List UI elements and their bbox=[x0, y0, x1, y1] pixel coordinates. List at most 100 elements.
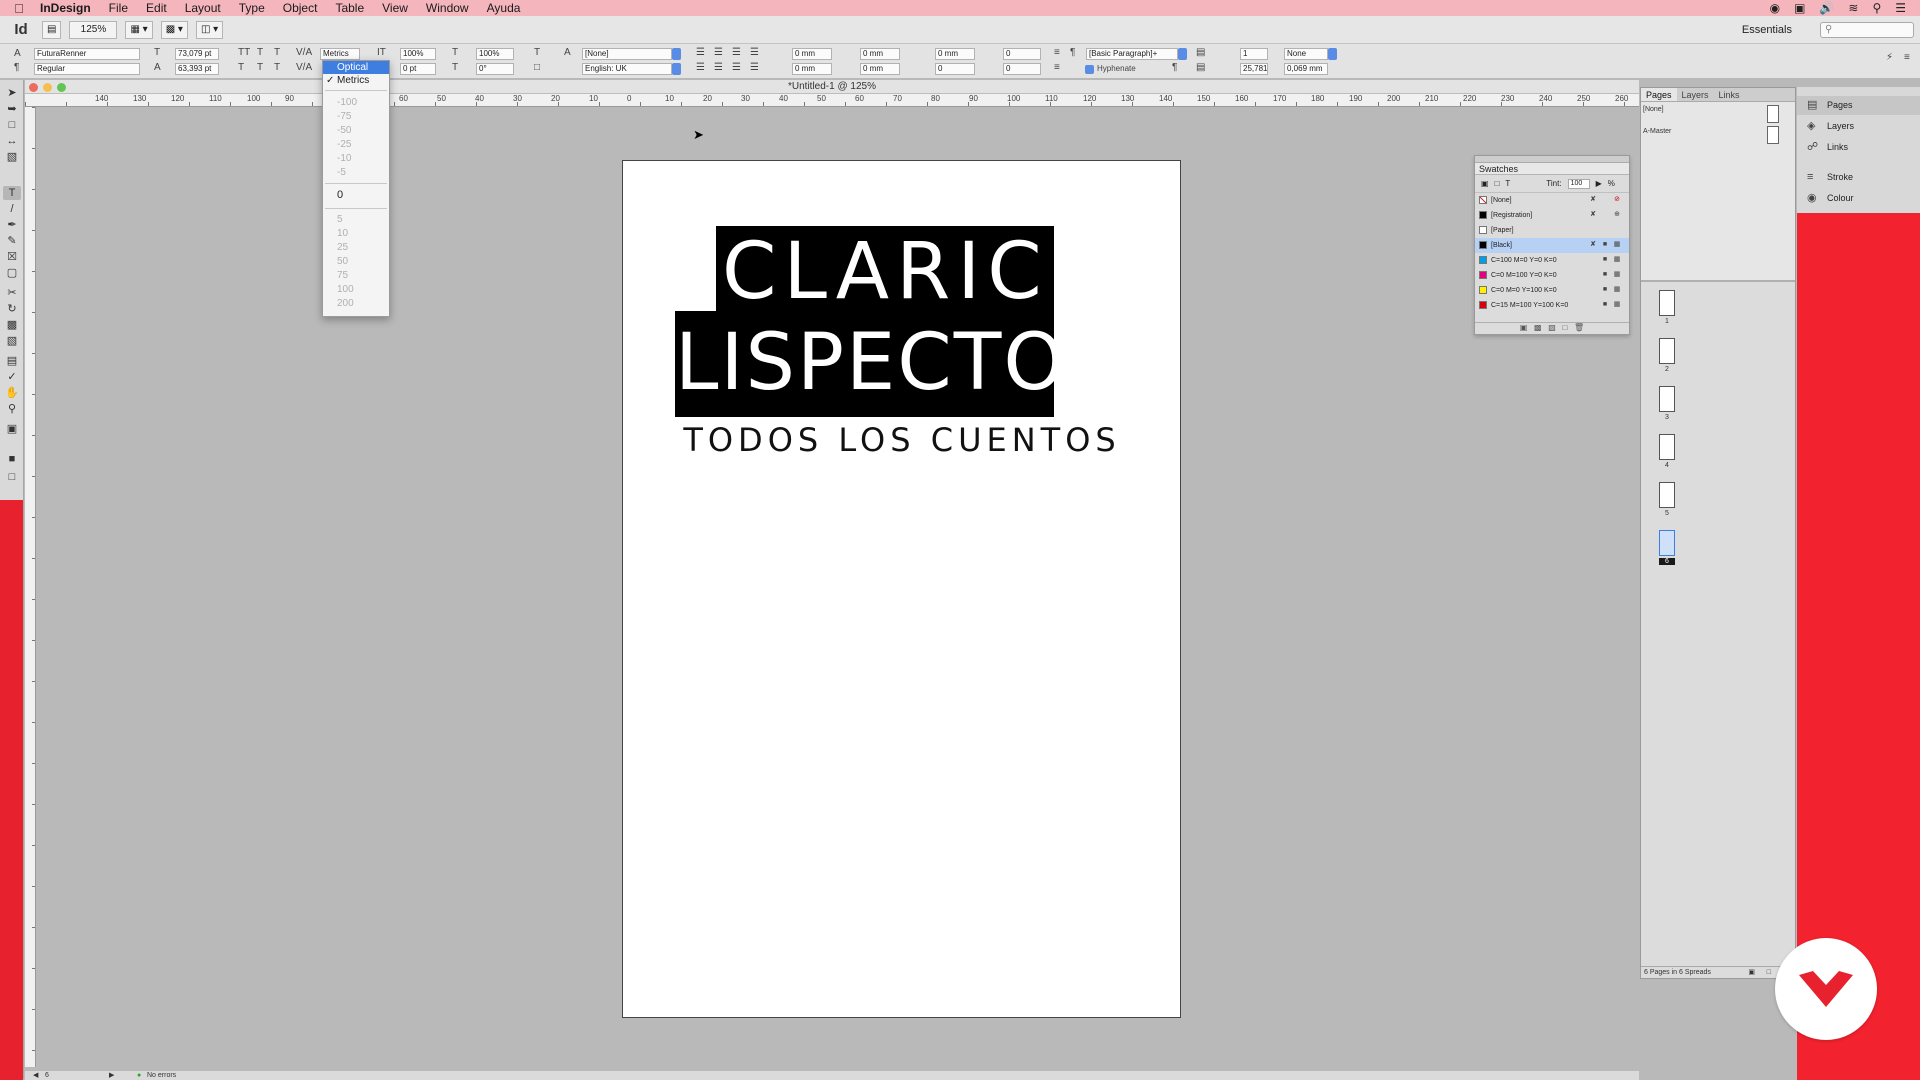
swatch-row-black[interactable]: [Black] ✘ ■ ▦ bbox=[1475, 238, 1629, 253]
align-right-icon[interactable]: ☰ bbox=[732, 47, 741, 58]
space-before-field[interactable]: 0 mm bbox=[935, 48, 975, 60]
last-line-indent-field[interactable]: 0 mm bbox=[860, 63, 900, 75]
zoom-window-icon[interactable] bbox=[57, 83, 66, 92]
page-thumbnail[interactable] bbox=[1659, 386, 1675, 412]
record-icon[interactable]: ◉ bbox=[1770, 1, 1780, 15]
superscript-icon[interactable]: T bbox=[238, 62, 244, 73]
edit-page-size-icon[interactable]: ▣ bbox=[1748, 967, 1755, 979]
dock-item-links[interactable]: ☍ Links bbox=[1797, 138, 1920, 157]
line-tool-icon[interactable]: / bbox=[3, 202, 21, 216]
page-thumbnail-selected[interactable] bbox=[1659, 530, 1675, 556]
new-swatch-icon[interactable]: □ bbox=[1563, 323, 1568, 332]
pen-tool-icon[interactable]: ✒ bbox=[3, 218, 21, 232]
clear-overrides-icon[interactable]: ¶ bbox=[1172, 62, 1177, 73]
subtitle-text[interactable]: TODOS LOS CUENTOS bbox=[663, 421, 1141, 459]
show-all-swatches-icon[interactable]: ▣ bbox=[1520, 323, 1528, 332]
rectangle-frame-tool-icon[interactable]: ☒ bbox=[3, 250, 21, 264]
menu-table[interactable]: Table bbox=[326, 1, 373, 15]
page-thumbnail[interactable] bbox=[1659, 338, 1675, 364]
font-family-field[interactable]: FuturaRenner bbox=[34, 48, 140, 60]
content-collector-icon[interactable]: ▧ bbox=[3, 150, 21, 164]
align-left-icon[interactable]: ☰ bbox=[696, 47, 705, 58]
justify-all-icon[interactable]: ☰ bbox=[750, 62, 759, 73]
paragraph-style-dropdown[interactable] bbox=[1178, 48, 1187, 60]
page-thumbnail[interactable] bbox=[1659, 434, 1675, 460]
wifi-icon[interactable]: ≋ bbox=[1848, 1, 1858, 15]
tint-field[interactable]: 100 bbox=[1567, 178, 1590, 189]
horizontal-ruler[interactable]: 1401301201101009080706050403020100102030… bbox=[25, 94, 1666, 107]
menu-ayuda[interactable]: Ayuda bbox=[478, 1, 530, 15]
baseline-shift-field[interactable]: 0 pt bbox=[400, 63, 436, 75]
vertical-ruler[interactable] bbox=[25, 107, 36, 1067]
dock-item-colour[interactable]: ◉ Colour bbox=[1797, 189, 1920, 208]
swatch-row-none[interactable]: [None] ✘ ⊘ bbox=[1475, 193, 1629, 208]
gradient-tool-icon[interactable]: ▩ bbox=[3, 318, 21, 332]
first-page-icon[interactable]: ◀ bbox=[33, 1071, 38, 1080]
align-towards-spine-icon[interactable]: ☰ bbox=[750, 47, 759, 58]
zoom-tool-icon[interactable]: ⚲ bbox=[3, 402, 21, 416]
language-select[interactable]: English: UK bbox=[582, 63, 672, 75]
menu-object[interactable]: Object bbox=[274, 1, 327, 15]
menu-item-optical[interactable]: Optical bbox=[323, 61, 389, 74]
numbering-icon[interactable]: ≡ bbox=[1054, 62, 1060, 73]
close-window-icon[interactable] bbox=[29, 83, 38, 92]
drop-cap-lines-field[interactable]: 0 bbox=[1003, 48, 1041, 60]
workspace-switcher[interactable]: Essentials bbox=[1742, 24, 1792, 36]
panel-menu-icon[interactable]: ≡ bbox=[1904, 52, 1910, 63]
gradient-feather-tool-icon[interactable]: ▧ bbox=[3, 334, 21, 348]
show-color-swatches-icon[interactable]: ▩ bbox=[1534, 323, 1542, 332]
view-options-icon[interactable]: ▦ ▾ bbox=[125, 20, 153, 39]
swatch-row-cyan[interactable]: C=100 M=0 Y=0 K=0 ■ ▦ bbox=[1475, 253, 1629, 268]
menu-item-metrics[interactable]: ✓ Metrics bbox=[323, 74, 389, 87]
apple-icon[interactable]:  bbox=[0, 1, 38, 16]
align-grid-icon[interactable]: ▤ bbox=[1196, 62, 1205, 73]
language-dropdown[interactable] bbox=[672, 63, 681, 75]
vertical-scale-field[interactable]: 100% bbox=[400, 48, 436, 60]
paragraph-style-select[interactable]: [Basic Paragraph]+ bbox=[1086, 48, 1178, 60]
menu-app-name[interactable]: InDesign bbox=[38, 1, 100, 15]
free-transform-tool-icon[interactable]: ↻ bbox=[3, 302, 21, 316]
paragraph-mode-icon[interactable]: ¶ bbox=[14, 62, 19, 73]
menu-view[interactable]: View bbox=[373, 1, 417, 15]
font-style-field[interactable]: Regular bbox=[34, 63, 140, 75]
formatting-affects-icon[interactable]: ■ bbox=[3, 452, 21, 466]
pencil-tool-icon[interactable]: ✎ bbox=[3, 234, 21, 248]
title-line-1[interactable]: CLARICE bbox=[716, 226, 1098, 318]
dock-item-stroke[interactable]: ≡ Stroke bbox=[1797, 168, 1920, 187]
document-page[interactable]: CLARICE LISPECTOR TODOS LOS CUENTOS bbox=[622, 160, 1181, 1018]
swatch-row-registration[interactable]: [Registration] ✘ ⊕ bbox=[1475, 208, 1629, 223]
direct-selection-tool-icon[interactable]: ➥ bbox=[3, 102, 21, 116]
dock-item-layers[interactable]: ◈ Layers bbox=[1797, 117, 1920, 136]
justify-center-icon[interactable]: ☰ bbox=[714, 62, 723, 73]
tint-arrow-icon[interactable]: ▶ bbox=[1596, 179, 1602, 188]
formatting-container-icon[interactable]: □ bbox=[1495, 179, 1500, 188]
drop-cap-chars-field[interactable]: 0 bbox=[1003, 63, 1041, 75]
swatch-row-magenta[interactable]: C=0 M=100 Y=0 K=0 ■ ▦ bbox=[1475, 268, 1629, 283]
rectangle-tool-icon[interactable]: ▢ bbox=[3, 266, 21, 280]
strikethrough-icon[interactable]: T bbox=[274, 62, 280, 73]
bullets-icon[interactable]: ≡ bbox=[1054, 47, 1060, 58]
panel-header[interactable] bbox=[1475, 156, 1629, 163]
page-thumbnail[interactable] bbox=[1659, 290, 1675, 316]
page-number-field[interactable]: 6 bbox=[45, 1071, 49, 1080]
swatch-row-paper[interactable]: [Paper] bbox=[1475, 223, 1629, 238]
swatch-row-yellow[interactable]: C=0 M=0 Y=100 K=0 ■ ▦ bbox=[1475, 283, 1629, 298]
tab-pages[interactable]: Pages bbox=[1641, 88, 1677, 101]
tab-links[interactable]: Links bbox=[1714, 88, 1745, 101]
preflight-status[interactable]: No errors bbox=[147, 1071, 176, 1080]
minimize-window-icon[interactable] bbox=[43, 83, 52, 92]
master-none[interactable]: [None] bbox=[1643, 106, 1664, 113]
swatches-tab[interactable]: Swatches bbox=[1475, 163, 1629, 175]
master-none-thumbnail[interactable] bbox=[1767, 105, 1779, 123]
swatch-row-red[interactable]: C=15 M=100 Y=100 K=0 ■ ▦ bbox=[1475, 298, 1629, 313]
column-width-field[interactable]: 25,781 bbox=[1240, 63, 1268, 75]
leading-field[interactable]: 63,393 pt bbox=[175, 63, 219, 75]
gutter-field[interactable]: 0,069 mm bbox=[1284, 63, 1328, 75]
menu-edit[interactable]: Edit bbox=[137, 1, 176, 15]
menu-file[interactable]: File bbox=[100, 1, 137, 15]
adobe-icon[interactable]: ▣ bbox=[1794, 1, 1805, 15]
gap-tool-icon[interactable]: ↔ bbox=[3, 134, 21, 148]
hyphenate-checkbox[interactable] bbox=[1085, 65, 1094, 74]
title-line-2[interactable]: LISPECTOR bbox=[675, 311, 1121, 417]
horizontal-scale-field[interactable]: 100% bbox=[476, 48, 514, 60]
